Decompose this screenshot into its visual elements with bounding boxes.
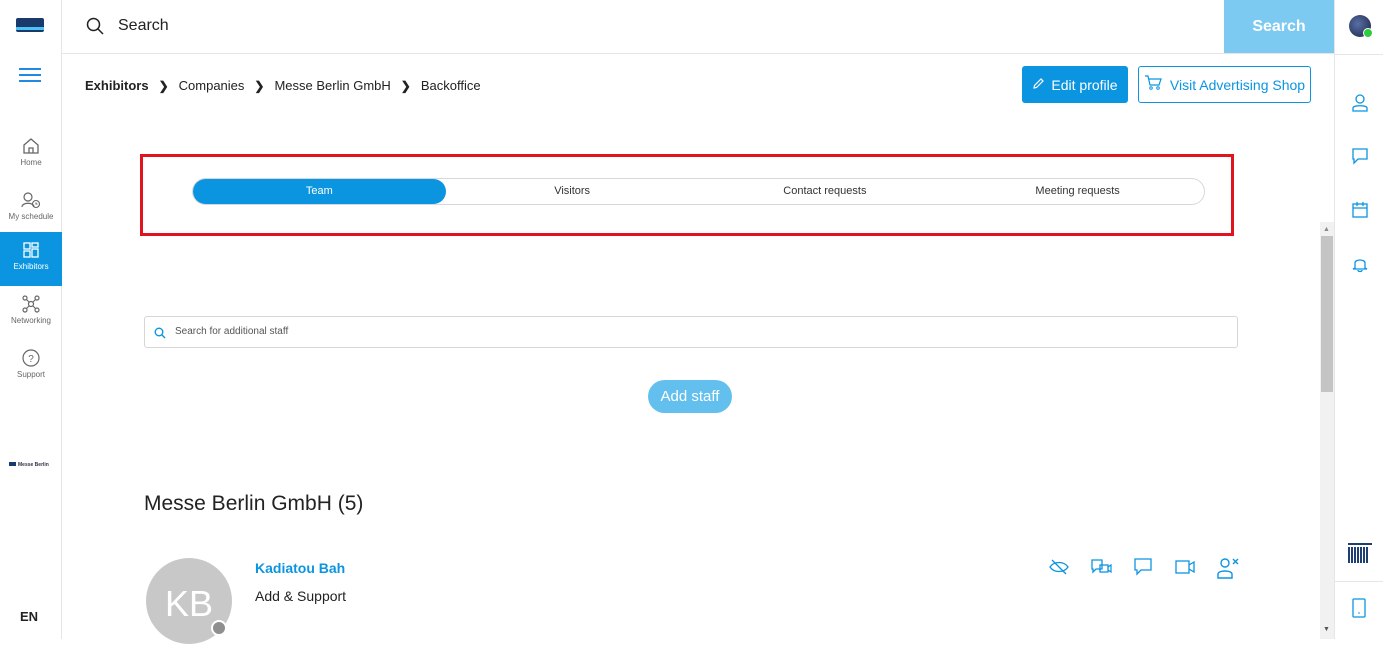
menu-icon[interactable] <box>19 68 41 82</box>
cart-icon <box>1144 75 1162 94</box>
left-sidebar: Home My schedule Exhibitors Networking ?… <box>0 0 62 639</box>
messe-berlin-logo-icon <box>1348 543 1372 563</box>
divider <box>1335 54 1383 55</box>
sidebar-item-home[interactable]: Home <box>0 128 62 182</box>
calendar-icon[interactable] <box>1351 201 1369 224</box>
chat-icon[interactable] <box>1132 556 1154 585</box>
backoffice-tabs: Team Visitors Contact requests Meeting r… <box>192 178 1205 205</box>
breadcrumb-item-backoffice: Backoffice <box>420 78 481 93</box>
brand-logo: Messe Berlin <box>9 462 49 468</box>
search-icon <box>86 17 104 40</box>
svg-text:?: ? <box>28 354 34 365</box>
sidebar-item-label: Support <box>16 370 46 379</box>
scrollbar[interactable]: ▲ ▼ <box>1320 222 1334 639</box>
global-search-input[interactable]: Search <box>118 17 169 35</box>
hide-eye-icon[interactable] <box>1048 556 1070 585</box>
video-chat-icon[interactable] <box>1090 556 1112 585</box>
staff-search-placeholder: Search for additional staff <box>175 326 289 337</box>
sidebar-item-exhibitors[interactable]: Exhibitors <box>0 232 62 286</box>
sidebar-item-my-schedule[interactable]: My schedule <box>0 182 62 236</box>
mobile-icon[interactable] <box>1351 598 1367 623</box>
breadcrumb: Exhibitors ❯ Companies ❯ Messe Berlin Gm… <box>85 78 481 93</box>
breadcrumb-item-companies[interactable]: Companies <box>179 78 245 93</box>
sidebar-item-label: Exhibitors <box>13 262 49 271</box>
scrollbar-thumb[interactable] <box>1321 236 1333 392</box>
chevron-right-icon: ❯ <box>400 78 411 93</box>
sidebar-item-label: Networking <box>10 316 51 325</box>
sidebar-item-networking[interactable]: Networking <box>0 286 62 340</box>
app-logo[interactable] <box>16 18 44 32</box>
sidebar-item-label: My schedule <box>8 212 54 221</box>
remove-user-icon[interactable] <box>1216 556 1240 585</box>
schedule-icon <box>21 192 41 209</box>
add-staff-button[interactable]: Add staff <box>648 380 732 413</box>
profile-icon[interactable] <box>1351 93 1369 118</box>
breadcrumb-item-exhibitors[interactable]: Exhibitors <box>85 78 149 93</box>
scroll-down-icon[interactable]: ▼ <box>1323 626 1330 633</box>
visit-advertising-shop-button[interactable]: Visit Advertising Shop <box>1138 66 1311 103</box>
tab-visitors[interactable]: Visitors <box>446 179 699 204</box>
support-icon: ? <box>22 349 40 367</box>
user-avatar[interactable] <box>1349 15 1373 38</box>
scroll-up-icon[interactable]: ▲ <box>1323 226 1330 233</box>
divider <box>1335 581 1383 582</box>
person-role: Add & Support <box>255 588 347 604</box>
sidebar-item-support[interactable]: ? Support <box>0 340 62 394</box>
person-actions <box>1048 556 1240 585</box>
person-name[interactable]: Kadiatou Bah <box>255 560 345 576</box>
exhibitors-icon <box>23 242 39 258</box>
edit-profile-label: Edit profile <box>1051 76 1118 93</box>
search-button[interactable]: Search <box>1224 0 1334 53</box>
search-icon <box>154 326 166 344</box>
video-call-icon[interactable] <box>1174 556 1196 585</box>
top-bar: Search Search <box>62 0 1334 54</box>
pencil-icon <box>1032 77 1045 93</box>
bell-icon[interactable] <box>1351 255 1369 278</box>
chevron-right-icon: ❯ <box>158 78 169 93</box>
chat-icon[interactable] <box>1351 147 1369 170</box>
home-icon <box>23 138 39 154</box>
networking-icon <box>22 295 40 313</box>
edit-profile-button[interactable]: Edit profile <box>1022 66 1128 103</box>
right-rail <box>1334 0 1383 639</box>
language-selector[interactable]: EN <box>20 609 38 624</box>
breadcrumb-item-company[interactable]: Messe Berlin GmbH <box>274 78 390 93</box>
tab-team[interactable]: Team <box>193 179 446 204</box>
status-dot <box>211 620 227 636</box>
visit-shop-label: Visit Advertising Shop <box>1169 76 1306 93</box>
tab-contact-requests[interactable]: Contact requests <box>699 179 952 204</box>
staff-search-input[interactable]: Search for additional staff <box>144 316 1238 348</box>
chevron-right-icon: ❯ <box>254 78 265 93</box>
company-title: Messe Berlin GmbH (5) <box>144 492 364 515</box>
sidebar-item-label: Home <box>20 158 42 167</box>
tab-meeting-requests[interactable]: Meeting requests <box>951 179 1204 204</box>
